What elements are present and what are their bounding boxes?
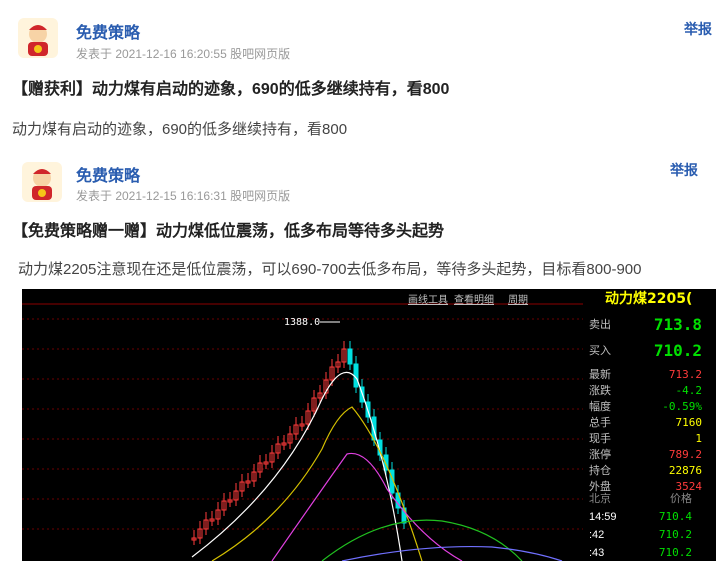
quote-panel: 动力煤2205( 卖出 713.8 买入 710.2 最新 713.2 涨跌 -4.2… (583, 289, 716, 561)
quote-row-value: 713.2 (668, 368, 702, 381)
toolbar-period[interactable]: 周期 (508, 291, 528, 306)
quote-row: 持仓 22876 (583, 463, 716, 479)
post-title: 【免费策略赠一赠】动力煤低位震荡，低多布局等待多头起势 (12, 223, 445, 240)
toolbar-draw-tools[interactable]: 画线工具 (408, 291, 448, 306)
contract-title: 动力煤2205( (605, 291, 693, 307)
tick-time: :42 (589, 529, 605, 541)
avatar-illustration (32, 169, 52, 200)
avatar-illustration (28, 25, 48, 56)
ticks-price-header: 价格 (670, 492, 692, 505)
quote-buy-label: 买入 (589, 345, 611, 357)
quote-row: 幅度 -0.59% (583, 399, 716, 415)
quote-row-label: 持仓 (589, 465, 611, 477)
post-body: 动力煤2205注意现在还是低位震荡，可以690-700去低多布局，等待多头起势，… (18, 261, 642, 278)
quote-row-value: 789.2 (668, 448, 702, 461)
report-link[interactable]: 举报 (684, 19, 712, 39)
post-meta: 发表于 2021-12-15 16:16:31 股吧网页版 (76, 189, 291, 203)
quote-row-label: 现手 (589, 433, 611, 445)
tick-time: 14:59 (589, 511, 617, 523)
quote-sell-value: 713.8 (653, 315, 702, 334)
tick-price: 710.4 (658, 510, 692, 523)
ticks-header: 北京 价格 (583, 491, 716, 507)
ma-line-magenta (271, 452, 463, 561)
quote-row: 现手 1 (583, 431, 716, 447)
quote-sell-label: 卖出 (589, 319, 611, 331)
candlestick-plot (22, 303, 583, 561)
quote-sell: 卖出 713.8 (583, 313, 716, 337)
toolbar-details[interactable]: 查看明细 (454, 291, 494, 306)
quote-buy-value: 710.2 (653, 341, 702, 360)
quote-row-label: 幅度 (589, 401, 611, 413)
quote-row-value: -4.2 (675, 384, 703, 397)
post-meta: 发表于 2021-12-16 16:20:55 股吧网页版 (76, 47, 291, 61)
ma-line-green (321, 519, 523, 561)
quote-row: 最新 713.2 (583, 367, 716, 383)
tick-row: 14:59 710.4 (583, 509, 716, 525)
quote-row: 涨停 789.2 (583, 447, 716, 463)
quote-row-value: -0.59% (662, 400, 702, 413)
tick-price: 710.2 (658, 528, 692, 541)
author-name[interactable]: 免费策略 (76, 19, 140, 43)
ma-line-blue (341, 545, 563, 561)
quote-row-value: 22876 (668, 464, 702, 477)
tick-row: :42 710.2 (583, 527, 716, 543)
quote-row-value: 7160 (675, 416, 703, 429)
quote-row-label: 总手 (589, 417, 611, 429)
ticks-place: 北京 (589, 493, 611, 505)
quote-row-label: 涨停 (589, 449, 611, 461)
author-name[interactable]: 免费策略 (76, 162, 140, 186)
candle-body (347, 348, 353, 365)
quote-row-label: 最新 (589, 369, 611, 381)
author-avatar[interactable] (18, 18, 58, 58)
ma-line-white (191, 371, 403, 561)
quote-row-label: 涨跌 (589, 385, 611, 397)
quote-row: 涨跌 -4.2 (583, 383, 716, 399)
tick-row: :43 710.2 (583, 545, 716, 561)
quote-buy: 买入 710.2 (583, 339, 716, 363)
high-price-label: 1388.0 (284, 317, 321, 328)
futures-chart-image[interactable]: 画线工具 查看明细 周期 1388.0 动力煤2205( 卖出 713.8 买入… (22, 289, 716, 561)
quote-row-value: 1 (695, 432, 702, 445)
post-title: 【赠获利】动力煤有启动的迹象，690的低多继续持有，看800 (12, 81, 450, 98)
tick-price: 710.2 (658, 546, 692, 559)
tick-time: :43 (589, 547, 605, 559)
quote-row: 总手 7160 (583, 415, 716, 431)
author-avatar[interactable] (22, 162, 62, 202)
post-body: 动力煤有启动的迹象，690的低多继续持有，看800 (12, 121, 348, 138)
report-link[interactable]: 举报 (670, 160, 698, 180)
